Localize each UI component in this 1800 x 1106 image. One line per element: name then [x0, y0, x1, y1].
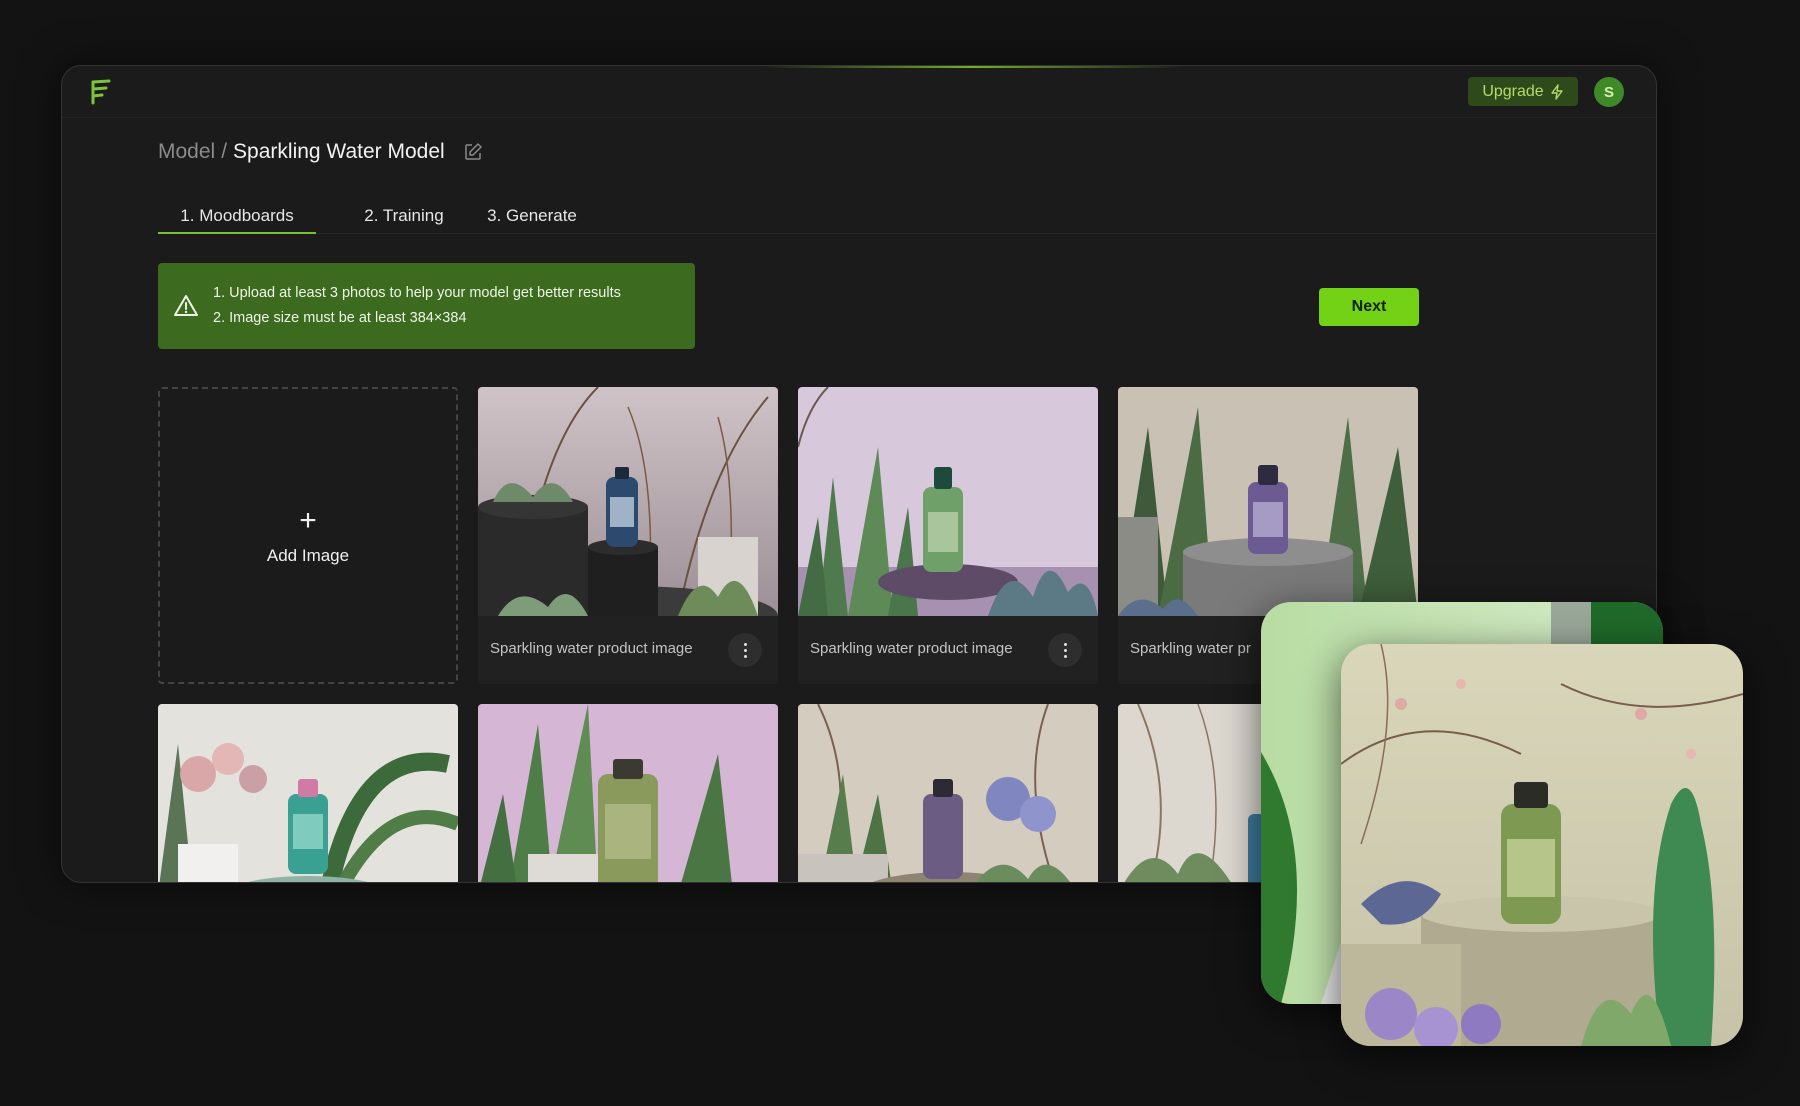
tab-moodboards[interactable]: 1. Moodboards [158, 202, 316, 234]
upgrade-label: Upgrade [1482, 82, 1544, 100]
more-vertical-icon [1063, 641, 1067, 659]
product-image [478, 387, 778, 616]
product-image [1118, 387, 1418, 616]
breadcrumb: Model / Sparkling Water Model [158, 140, 483, 164]
tab-training[interactable]: 2. Training [358, 202, 450, 234]
page-title: Sparkling Water Model [233, 140, 445, 163]
featured-product-image [1341, 644, 1743, 1046]
notice-line: 1. Upload at least 3 photos to help your… [213, 285, 621, 301]
moodboard-card[interactable] [158, 704, 458, 882]
plus-icon: + [299, 503, 317, 537]
app-logo-icon[interactable] [89, 78, 113, 106]
add-image-label: Add Image [266, 545, 350, 565]
notice-line: 2. Image size must be at least 384×384 [213, 310, 467, 326]
moodboard-card[interactable]: Sparkling water product image [478, 387, 778, 684]
moodboard-card[interactable] [478, 704, 778, 882]
breadcrumb-separator: / [221, 140, 228, 163]
tab-generate[interactable]: 3. Generate [484, 202, 580, 234]
lightning-icon [1550, 83, 1564, 100]
image-caption: Sparkling water product image [810, 640, 1013, 657]
avatar[interactable]: S [1594, 77, 1624, 107]
notice-text: 1. Upload at least 3 photos to help your… [213, 281, 621, 331]
step-tabs: 1. Moodboards 2. Training 3. Generate [158, 202, 1656, 234]
add-image-button[interactable]: + Add Image [158, 387, 458, 684]
moodboard-card[interactable]: Sparkling water product image [798, 387, 1098, 684]
more-vertical-icon [743, 641, 747, 659]
stage: Upgrade S Model / Sparkling Water Model … [0, 0, 1800, 1106]
product-image [798, 387, 1098, 616]
upgrade-button[interactable]: Upgrade [1468, 77, 1578, 106]
breadcrumb-root[interactable]: Model [158, 140, 215, 164]
next-button[interactable]: Next [1319, 288, 1419, 326]
moodboard-card[interactable] [798, 704, 1098, 882]
upload-notice: 1. Upload at least 3 photos to help your… [158, 263, 695, 349]
more-options-button[interactable] [728, 633, 762, 667]
warning-icon [173, 293, 199, 319]
image-caption: Sparkling water pr [1130, 640, 1251, 657]
more-options-button[interactable] [1048, 633, 1082, 667]
edit-icon[interactable] [463, 142, 483, 162]
image-caption: Sparkling water product image [490, 640, 693, 657]
top-bar: Upgrade S [62, 66, 1656, 118]
